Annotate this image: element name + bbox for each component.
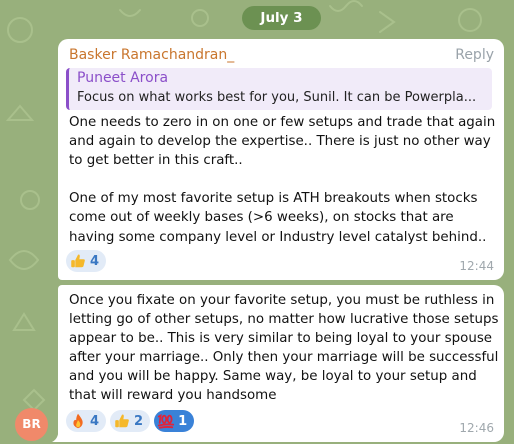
reactions-row: 4 (66, 250, 107, 272)
bubble-tail (52, 426, 64, 442)
date-separator: July 3 (242, 6, 321, 30)
quoted-reply[interactable]: Puneet Arora Focus on what works best fo… (66, 68, 492, 110)
reaction-thumbs-up[interactable]: 4 (66, 250, 107, 272)
quoted-text: Focus on what works best for you, Sunil.… (77, 90, 477, 105)
reaction-count: 2 (134, 413, 144, 429)
message-text: Once you fixate on your favorite setup, … (69, 293, 499, 404)
message-time: 12:46 (459, 421, 494, 435)
message-bubble[interactable]: Basker Ramachandran_ Reply Puneet Arora … (58, 39, 504, 280)
reaction-count: 4 (90, 253, 100, 269)
reactions-row: 4 2 1 (66, 410, 195, 432)
message-time: 12:44 (459, 259, 494, 273)
reaction-thumbs-up[interactable]: 2 (110, 410, 151, 432)
reaction-count: 1 (178, 413, 188, 429)
reaction-hundred-points[interactable]: 1 (154, 410, 195, 432)
thumbs-up-icon (71, 254, 85, 268)
reaction-count: 4 (90, 413, 100, 429)
message-text: One needs to zero in on one or few setup… (69, 115, 496, 245)
avatar[interactable]: BR (15, 408, 48, 441)
reaction-fire[interactable]: 4 (66, 410, 107, 432)
reply-button[interactable]: Reply (455, 46, 494, 64)
message-bubble[interactable]: Once you fixate on your favorite setup, … (58, 285, 504, 442)
thumbs-up-icon (115, 414, 129, 428)
sender-name[interactable]: Basker Ramachandran_ (69, 46, 234, 64)
hundred-points-icon (157, 414, 175, 429)
fire-icon (73, 413, 83, 429)
quoted-author: Puneet Arora (77, 70, 169, 86)
